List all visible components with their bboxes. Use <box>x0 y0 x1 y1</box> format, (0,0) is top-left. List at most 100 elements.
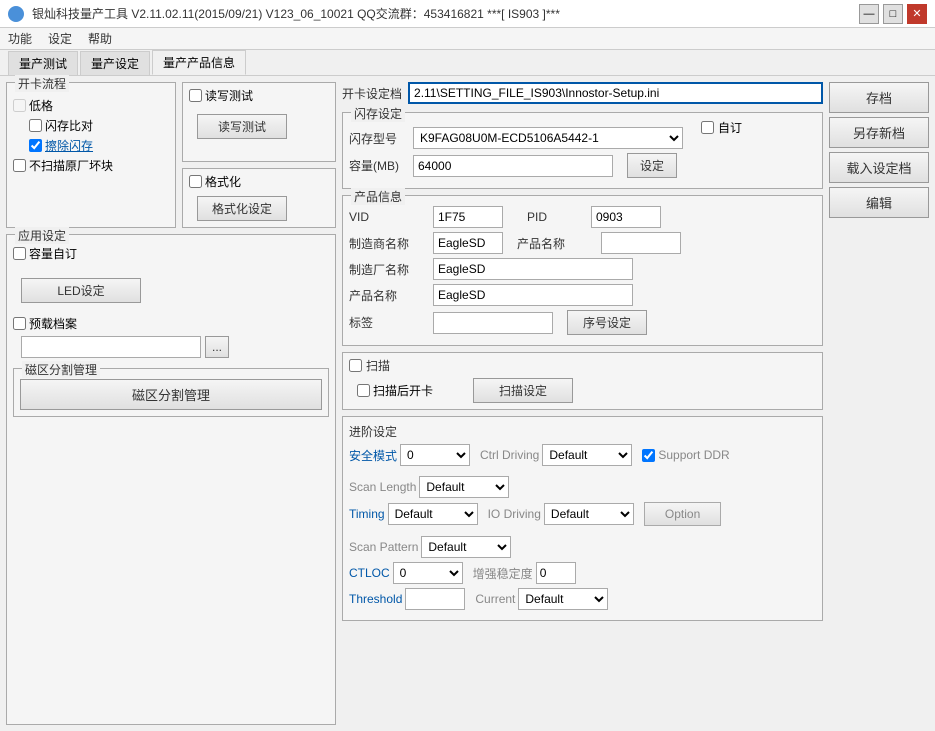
io-driving-label: IO Driving <box>488 507 541 521</box>
capacity-custom-check[interactable]: 容量自订 <box>13 245 329 262</box>
product-info-title: 产品信息 <box>351 188 405 205</box>
timing-field: Timing Default <box>349 503 478 525</box>
io-driving-select[interactable]: Default <box>544 503 634 525</box>
scan-settings-button[interactable]: 扫描设定 <box>473 378 573 403</box>
option-button[interactable]: Option <box>644 502 721 526</box>
right-panel: 开卡设定档 闪存设定 自订 闪存型号 K9FAG08U0M-ECD5106A54… <box>342 82 823 725</box>
tab-mass-settings[interactable]: 量产设定 <box>80 51 150 75</box>
read-write-label: 读写测试 <box>205 87 253 104</box>
ctrl-driving-label: Ctrl Driving <box>480 448 539 462</box>
ctrl-driving-field: Ctrl Driving Default <box>480 444 632 466</box>
scan-pattern-select[interactable]: Default <box>421 536 511 558</box>
led-settings-button[interactable]: LED设定 <box>21 278 141 303</box>
low-format-label: 低格 <box>29 97 53 114</box>
disk-partition-group: 磁区分割管理 磁区分割管理 <box>13 368 329 417</box>
save-new-button[interactable]: 另存新档 <box>829 117 929 148</box>
preload-browse-button[interactable]: ... <box>205 336 229 358</box>
app-icon <box>8 6 24 22</box>
open-card-flow-group: 开卡流程 低格 闪存比对 擦除闪存 不扫描原厂坏块 <box>6 82 176 228</box>
manufacturer-input[interactable] <box>433 258 633 280</box>
low-format-check[interactable]: 低格 <box>13 97 169 114</box>
scan-group: 扫描 扫描后开卡 扫描设定 <box>342 352 823 410</box>
scan-length-select[interactable]: Default <box>419 476 509 498</box>
menu-help[interactable]: 帮助 <box>88 30 112 47</box>
serial-setting-button[interactable]: 序号设定 <box>567 310 647 335</box>
format-check[interactable]: 格式化 <box>189 173 329 190</box>
vid-input[interactable] <box>433 206 503 228</box>
product-info-group: 产品信息 VID PID 制造商名称 产品名称 制造厂名称 产品名称 <box>342 195 823 346</box>
manufacturer-name-input[interactable] <box>433 232 503 254</box>
scan-after-open-check[interactable]: 扫描后开卡 <box>357 382 433 399</box>
menu-bar: 功能 设定 帮助 <box>0 28 935 50</box>
scan-pattern-field: Scan Pattern Default <box>349 536 511 558</box>
io-driving-field: IO Driving Default <box>488 503 634 525</box>
safety-mode-field: 安全模式 012 <box>349 444 470 466</box>
minimize-button[interactable]: — <box>859 4 879 24</box>
flash-settings-group: 闪存设定 自订 闪存型号 K9FAG08U0M-ECD5106A5442-1 容… <box>342 112 823 189</box>
far-right-panel: 存档 另存新档 载入设定档 编辑 <box>829 82 929 725</box>
safety-mode-select[interactable]: 012 <box>400 444 470 466</box>
scan-pattern-label: Scan Pattern <box>349 540 418 554</box>
support-ddr-check[interactable] <box>642 449 655 462</box>
disk-partition-button[interactable]: 磁区分割管理 <box>20 379 322 410</box>
read-write-button[interactable]: 读写测试 <box>197 114 287 139</box>
format-settings-button[interactable]: 格式化设定 <box>197 196 287 221</box>
manufacturer-label: 制造厂名称 <box>349 261 429 278</box>
read-write-test-group: 读写测试 读写测试 <box>182 82 336 162</box>
no-scan-factory-check[interactable]: 不扫描原厂坏块 <box>13 157 169 174</box>
no-scan-factory-label: 不扫描原厂坏块 <box>29 157 113 174</box>
title-bar: 银灿科技量产工具 V2.11.02.11(2015/09/21) V123_06… <box>0 0 935 28</box>
tab-mass-product-info[interactable]: 量产产品信息 <box>152 50 246 75</box>
flash-set-button[interactable]: 设定 <box>627 153 677 178</box>
option-field: Option <box>644 502 721 526</box>
product-name-input2[interactable] <box>601 232 681 254</box>
threshold-field: Threshold <box>349 588 465 610</box>
scan-after-open-label: 扫描后开卡 <box>373 382 433 399</box>
save-button[interactable]: 存档 <box>829 82 929 113</box>
flash-type-label: 闪存型号 <box>349 130 409 147</box>
preload-file-input[interactable] <box>21 336 201 358</box>
scan-length-field: Scan Length Default <box>349 476 509 498</box>
tag-input[interactable] <box>433 312 553 334</box>
left-panel: 开卡流程 低格 闪存比对 擦除闪存 不扫描原厂坏块 <box>6 82 336 725</box>
ctloc-label: CTLOC <box>349 566 390 580</box>
product-input[interactable] <box>433 284 633 306</box>
read-write-check[interactable]: 读写测试 <box>189 87 329 104</box>
ctloc-select[interactable]: 012 <box>393 562 463 584</box>
flash-settings-title: 闪存设定 <box>351 105 405 122</box>
flash-compare-check[interactable]: 闪存比对 <box>29 117 169 134</box>
vid-label: VID <box>349 210 429 224</box>
current-select[interactable]: Default <box>518 588 608 610</box>
app-settings-title: 应用设定 <box>15 227 69 244</box>
edit-button[interactable]: 编辑 <box>829 187 929 218</box>
scan-check[interactable] <box>349 359 362 372</box>
pid-input[interactable] <box>591 206 661 228</box>
flash-compare-label: 闪存比对 <box>45 117 93 134</box>
title-text: 银灿科技量产工具 V2.11.02.11(2015/09/21) V123_06… <box>32 5 560 22</box>
menu-function[interactable]: 功能 <box>8 30 32 47</box>
pid-label: PID <box>527 210 587 224</box>
maximize-button[interactable]: □ <box>883 4 903 24</box>
load-button[interactable]: 载入设定档 <box>829 152 929 183</box>
flash-custom-label: 自订 <box>718 119 742 136</box>
flash-type-select[interactable]: K9FAG08U0M-ECD5106A5442-1 <box>413 127 683 149</box>
ctrl-driving-select[interactable]: Default <box>542 444 632 466</box>
capacity-custom-label: 容量自订 <box>29 245 77 262</box>
timing-select[interactable]: Default <box>388 503 478 525</box>
open-card-file-input[interactable] <box>408 82 823 104</box>
advanced-settings-panel: 进阶设定 安全模式 012 Ctrl Driving Default Supp <box>342 416 823 621</box>
erase-flash-check[interactable]: 擦除闪存 <box>29 137 169 154</box>
tab-mass-test[interactable]: 量产测试 <box>8 51 78 75</box>
flash-custom-check[interactable] <box>701 121 714 134</box>
manufacturer-name-label: 制造商名称 <box>349 235 429 252</box>
gain-stability-input[interactable] <box>536 562 576 584</box>
preload-check[interactable]: 预载档案 <box>13 315 329 332</box>
support-ddr-field[interactable]: Support DDR <box>642 448 729 462</box>
threshold-input[interactable] <box>405 588 465 610</box>
menu-settings[interactable]: 设定 <box>48 30 72 47</box>
erase-flash-label: 擦除闪存 <box>45 137 93 154</box>
close-button[interactable]: ✕ <box>907 4 927 24</box>
tag-label: 标签 <box>349 314 429 331</box>
flash-capacity-input[interactable] <box>413 155 613 177</box>
gain-stability-field: 增强稳定度 <box>473 562 576 584</box>
